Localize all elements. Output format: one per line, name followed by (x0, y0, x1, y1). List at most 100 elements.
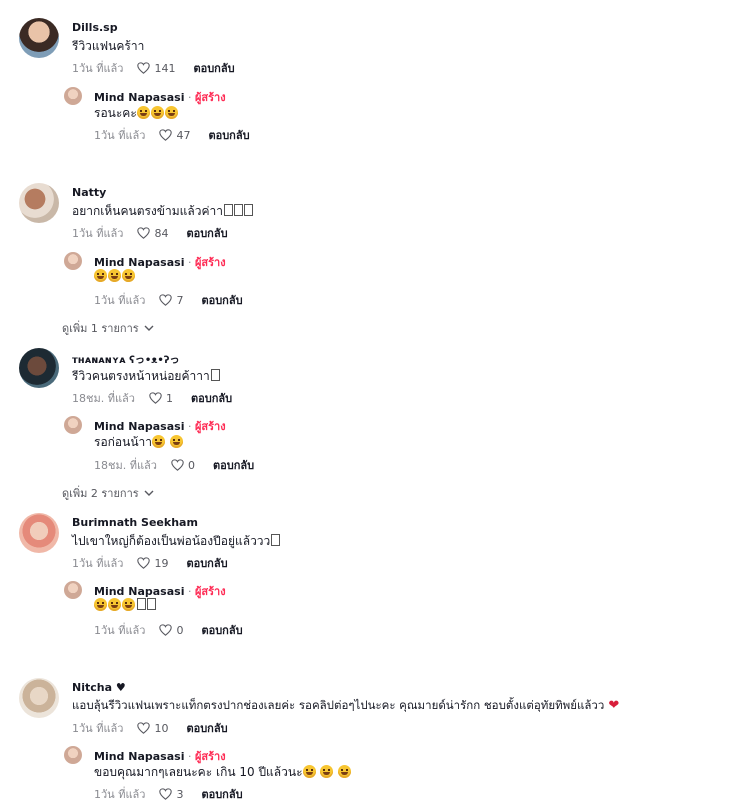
reply-username[interactable]: Mind Napasasi (94, 585, 184, 598)
separator-dot: · (184, 585, 195, 598)
reply-time: 1วัน ที่แล้ว (94, 788, 146, 801)
reply-meta: 1วัน ที่แล้ว 47 ตอบกลับ (94, 126, 250, 144)
comment-time: 1วัน ที่แล้ว (72, 722, 124, 735)
reply-button[interactable]: ตอบกลับ (186, 719, 227, 737)
reply-button[interactable]: ตอบกลับ (191, 389, 232, 407)
reply-text-content: รอนะคะ (94, 106, 137, 120)
separator-dot: · (184, 91, 195, 104)
reply-time: 18ชม. ที่แล้ว (94, 459, 157, 472)
comment-text-content: ไปเขาใหญ่ก็ต้องเป็นพ่อน้องปีอยู่แล้ววว (72, 534, 271, 548)
reply-button[interactable]: ตอบกลับ (201, 291, 242, 309)
chevron-down-icon (144, 490, 154, 496)
reply-meta: 1วัน ที่แล้ว 7 ตอบกลับ (94, 291, 243, 309)
heart-outline-icon[interactable] (159, 788, 172, 800)
reply-time: 1วัน ที่แล้ว (94, 294, 146, 307)
creator-avatar[interactable] (64, 416, 82, 434)
heart-outline-icon[interactable] (137, 722, 150, 734)
heart-outline-icon[interactable] (137, 557, 150, 569)
comment-username[interactable]: Burimnath Seekham (72, 516, 198, 529)
reply-username[interactable]: Mind Napasasi (94, 91, 184, 104)
heart-outline-icon[interactable] (159, 294, 172, 306)
like-count: 10 (154, 721, 169, 735)
heart-outline-icon[interactable] (137, 227, 150, 239)
reply-meta: 18ชม. ที่แล้ว 0 ตอบกลับ (94, 456, 254, 474)
comment-meta: 1วัน ที่แล้ว 19 ตอบกลับ (72, 554, 228, 572)
heart-outline-icon[interactable] (159, 129, 172, 141)
avatar[interactable] (19, 348, 59, 388)
like-count: 84 (154, 226, 169, 240)
creator-badge: ผู้สร้าง (194, 585, 226, 598)
separator-dot: · (184, 750, 195, 763)
reply-button[interactable]: ตอบกลับ (193, 59, 234, 77)
laugh-emoji-icon (122, 269, 135, 282)
comment-time: 18ชม. ที่แล้ว (72, 392, 135, 405)
comment-time: 1วัน ที่แล้ว (72, 62, 124, 75)
comment-username[interactable]: Dills.sp (72, 21, 118, 34)
heart-outline-icon[interactable] (159, 624, 172, 636)
creator-badge: ผู้สร้าง (194, 420, 226, 433)
like-count: 0 (187, 458, 195, 472)
reply-username[interactable]: Mind Napasasi (94, 256, 184, 269)
reply-button[interactable]: ตอบกลับ (201, 621, 242, 639)
grin-emoji-icon (136, 106, 150, 119)
avatar[interactable] (19, 513, 59, 553)
laugh-emoji-icon (122, 598, 135, 611)
comment-meta: 1วัน ที่แล้ว 84 ตอบกลับ (72, 224, 228, 242)
laugh-emoji-icon (169, 435, 183, 448)
creator-avatar[interactable] (64, 581, 82, 599)
view-more-replies[interactable]: ดูเพิ่ม 1 รายการ (62, 319, 154, 337)
like-count: 3 (176, 787, 184, 801)
laugh-emoji-icon (94, 269, 107, 282)
reply-text-content: ขอบคุณมากๆเลยนะคะ เกิน 10 ปีแล้วนะ (94, 765, 303, 779)
laugh-emoji-icon (338, 765, 352, 778)
reply-button[interactable]: ตอบกลับ (208, 126, 249, 144)
grin-emoji-icon (164, 106, 178, 119)
laugh-emoji-icon (108, 598, 121, 611)
reply-time: 1วัน ที่แล้ว (94, 624, 146, 637)
comment-username[interactable]: Nitcha ♥ (72, 681, 126, 694)
view-more-label[interactable]: ดูเพิ่ม 2 รายการ (62, 484, 139, 502)
comment-text: แอบลุ้นรีวิวแฟนเพราะแท็กตรงปากช่องเลยค่ะ… (72, 697, 619, 715)
reply-button[interactable]: ตอบกลับ (186, 554, 227, 572)
heart-outline-icon[interactable] (171, 459, 184, 471)
view-more-label[interactable]: ดูเพิ่ม 1 รายการ (62, 319, 139, 337)
like-count: 19 (154, 556, 169, 570)
like-count: 141 (154, 61, 176, 75)
reply-button[interactable]: ตอบกลับ (201, 785, 242, 803)
reply-button[interactable]: ตอบกลับ (186, 224, 227, 242)
reply-time: 1วัน ที่แล้ว (94, 129, 146, 142)
reply-text: รอนะคะ (94, 104, 179, 123)
comment-time: 1วัน ที่แล้ว (72, 557, 124, 570)
reply-username[interactable]: Mind Napasasi (94, 750, 184, 763)
like-count: 7 (176, 293, 184, 307)
creator-avatar[interactable] (64, 87, 82, 105)
reply-meta: 1วัน ที่แล้ว 0 ตอบกลับ (94, 621, 243, 639)
avatar[interactable] (19, 183, 59, 223)
reply-username[interactable]: Mind Napasasi (94, 420, 184, 433)
reply-button[interactable]: ตอบกลับ (213, 456, 254, 474)
laugh-emoji-icon (94, 598, 107, 611)
creator-badge: ผู้สร้าง (194, 256, 226, 269)
heart-outline-icon[interactable] (149, 392, 162, 404)
laugh-emoji-icon (320, 765, 334, 778)
like-count: 47 (176, 128, 191, 142)
heart-outline-icon[interactable] (137, 62, 150, 74)
laugh-emoji-icon (152, 435, 166, 448)
comment-meta: 18ชม. ที่แล้ว 1 ตอบกลับ (72, 389, 232, 407)
chevron-down-icon (144, 325, 154, 331)
comment-text: ไปเขาใหญ่ก็ต้องเป็นพ่อน้องปีอยู่แล้ววว (72, 532, 281, 551)
comment-username[interactable]: Natty (72, 186, 106, 199)
creator-avatar[interactable] (64, 746, 82, 764)
view-more-replies[interactable]: ดูเพิ่ม 2 รายการ (62, 484, 154, 502)
creator-avatar[interactable] (64, 252, 82, 270)
heart-emoji-icon: ❤ (608, 698, 620, 713)
comment-username[interactable]: ᴛʜᴀɴᴀɴʏᴀ ʕっ•ᴥ•ʔっ (72, 351, 180, 366)
avatar[interactable] (19, 18, 59, 58)
laugh-emoji-icon (108, 269, 121, 282)
comment-text-content: อยากเห็นคนตรงข้ามแล้วค่าา (72, 204, 223, 218)
avatar[interactable] (19, 678, 59, 718)
reply-text-content: รอก่อนน้าา (94, 435, 153, 449)
reply-meta: 1วัน ที่แล้ว 3 ตอบกลับ (94, 785, 243, 803)
creator-badge: ผู้สร้าง (194, 91, 226, 104)
creator-badge: ผู้สร้าง (194, 750, 226, 763)
